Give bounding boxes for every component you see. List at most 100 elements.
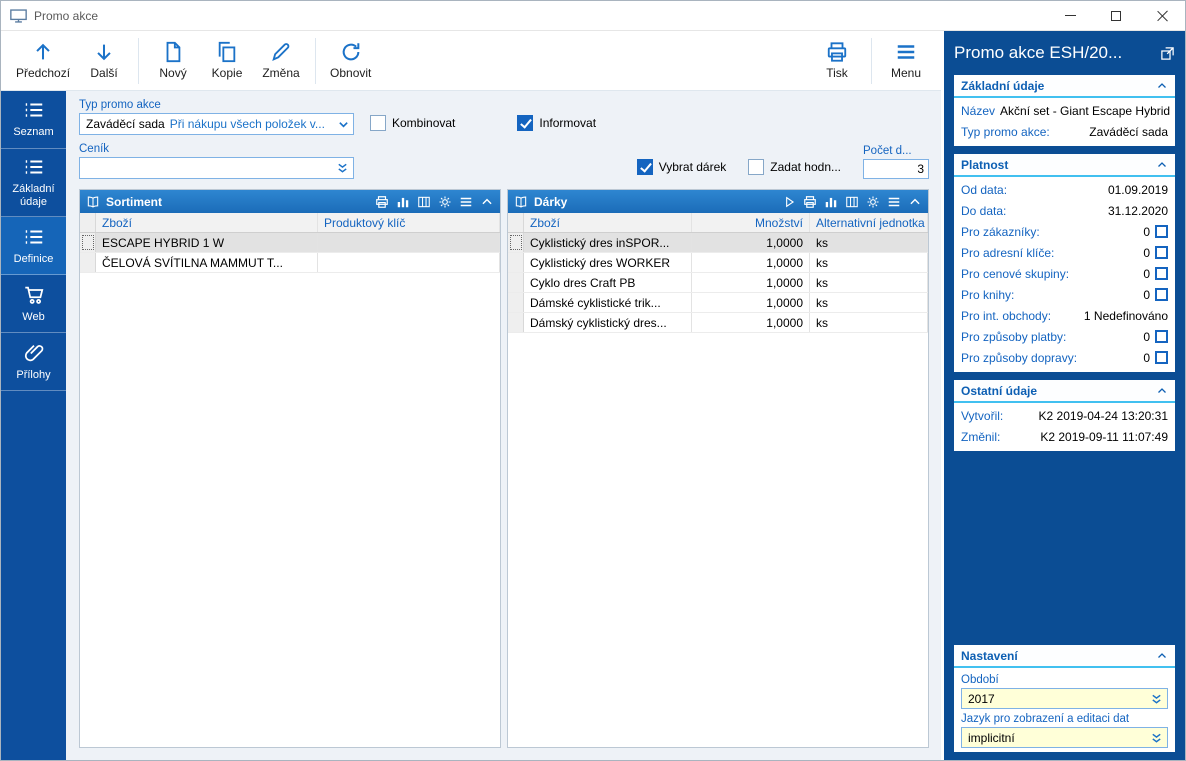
jazyk-combo[interactable]: implicitní bbox=[961, 727, 1168, 748]
previous-button[interactable]: Předchozí bbox=[9, 34, 77, 88]
copy-button[interactable]: Kopie bbox=[200, 34, 254, 88]
sidebar-item-definice[interactable]: Definice bbox=[1, 217, 66, 275]
collapse-chevron-icon[interactable] bbox=[480, 195, 494, 209]
informovat-checkbox[interactable]: Informovat bbox=[517, 115, 596, 131]
gear-icon[interactable] bbox=[438, 195, 452, 209]
column-header[interactable]: Zboží bbox=[96, 213, 318, 232]
section-ostatni-udaje: Ostatní údaje Vytvořil: K2 2019-04-24 13… bbox=[954, 380, 1175, 451]
print-icon[interactable] bbox=[803, 195, 817, 209]
pro-zpusoby-platby-checkbox[interactable] bbox=[1155, 330, 1168, 343]
sidebar-item-prilohy[interactable]: Přílohy bbox=[1, 333, 66, 391]
menu-button[interactable]: Menu bbox=[879, 34, 933, 88]
section-header[interactable]: Platnost bbox=[954, 154, 1175, 177]
chart-icon[interactable] bbox=[824, 195, 838, 209]
zadat-hodnotu-checkbox[interactable]: Zadat hodn... bbox=[748, 159, 841, 175]
detail-row: Pro knihy: 0 bbox=[961, 284, 1168, 305]
pro-zakazniky-checkbox[interactable] bbox=[1155, 225, 1168, 238]
cenik-combo[interactable] bbox=[79, 157, 354, 179]
table-row[interactable]: Cyklistický dres WORKER 1,0000 ks bbox=[508, 253, 928, 273]
table-row[interactable]: Cyklistický dres inSPOR... 1,0000 ks bbox=[508, 233, 928, 253]
pocet-input[interactable] bbox=[863, 159, 929, 179]
book-icon bbox=[514, 195, 528, 209]
refresh-icon bbox=[340, 41, 362, 63]
table-row[interactable]: Cyklo dres Craft PB 1,0000 ks bbox=[508, 273, 928, 293]
table-row[interactable]: ČELOVÁ SVÍTILNA MAMMUT T... bbox=[80, 253, 500, 273]
table-row[interactable]: Dámský cyklistický dres... 1,0000 ks bbox=[508, 313, 928, 333]
pro-cenove-skupiny-checkbox[interactable] bbox=[1155, 267, 1168, 280]
detail-title: Promo akce ESH/20... bbox=[954, 43, 1122, 63]
row-indicator-header bbox=[80, 213, 96, 232]
section-header[interactable]: Základní údaje bbox=[954, 75, 1175, 98]
maximize-button[interactable] bbox=[1093, 1, 1139, 30]
new-button[interactable]: Nový bbox=[146, 34, 200, 88]
column-header[interactable]: Alternativní jednotka bbox=[810, 213, 928, 232]
close-button[interactable] bbox=[1139, 1, 1185, 30]
hamburger-icon[interactable] bbox=[887, 195, 901, 209]
darky-panel: Dárky bbox=[507, 189, 929, 748]
hamburger-icon[interactable] bbox=[459, 195, 473, 209]
darky-panel-header: Dárky bbox=[508, 190, 928, 213]
table-row[interactable]: Dámské cyklistické trik... 1,0000 ks bbox=[508, 293, 928, 313]
double-chevron-icon bbox=[1150, 732, 1163, 744]
play-icon[interactable] bbox=[782, 195, 796, 209]
vybrat-darek-checkbox[interactable]: Vybrat dárek bbox=[637, 159, 727, 175]
open-in-window-icon[interactable] bbox=[1160, 46, 1175, 61]
pro-adresni-klice-checkbox[interactable] bbox=[1155, 246, 1168, 259]
darky-header-row: Zboží Množství Alternativní jednotka bbox=[508, 213, 928, 233]
pocet-field: Počet d... bbox=[863, 145, 929, 179]
detail-panel-spacer bbox=[954, 451, 1175, 645]
arrow-down-icon bbox=[93, 41, 115, 63]
table-row[interactable]: ESCAPE HYBRID 1 W bbox=[80, 233, 500, 253]
pro-zpusoby-dopravy-checkbox[interactable] bbox=[1155, 351, 1168, 364]
chevron-up-icon[interactable] bbox=[1156, 385, 1168, 397]
sidebar-item-seznam[interactable]: Seznam bbox=[1, 91, 66, 149]
obdobi-combo[interactable]: 2017 bbox=[961, 688, 1168, 709]
chevron-up-icon[interactable] bbox=[1156, 650, 1168, 662]
promo-type-combo[interactable]: Zaváděcí sada Při nákupu všech položek v… bbox=[79, 113, 354, 135]
row-indicator bbox=[508, 293, 524, 312]
next-button[interactable]: Další bbox=[77, 34, 131, 88]
detail-row: Pro způsoby platby: 0 bbox=[961, 326, 1168, 347]
double-chevron-icon bbox=[1150, 693, 1163, 705]
checkbox-box bbox=[517, 115, 533, 131]
cenik-label: Ceník bbox=[79, 143, 354, 155]
section-header[interactable]: Nastavení bbox=[954, 645, 1175, 668]
chevron-up-icon[interactable] bbox=[1156, 159, 1168, 171]
chevron-up-icon[interactable] bbox=[1156, 80, 1168, 92]
cenik-field: Ceník bbox=[79, 143, 354, 179]
sortiment-title: Sortiment bbox=[106, 195, 162, 209]
edit-button[interactable]: Změna bbox=[254, 34, 308, 88]
app-icon bbox=[10, 9, 27, 23]
jazyk-label: Jazyk pro zobrazení a editaci dat bbox=[961, 713, 1168, 725]
column-header[interactable]: Produktový klíč bbox=[318, 213, 500, 232]
column-header[interactable]: Zboží bbox=[524, 213, 692, 232]
row-indicator bbox=[80, 233, 96, 252]
chart-icon[interactable] bbox=[396, 195, 410, 209]
detail-row: Pro adresní klíče: 0 bbox=[961, 242, 1168, 263]
minimize-icon bbox=[1065, 15, 1076, 16]
pro-knihy-checkbox[interactable] bbox=[1155, 288, 1168, 301]
row-indicator bbox=[508, 233, 524, 252]
window-controls bbox=[1047, 1, 1185, 30]
print-icon[interactable] bbox=[375, 195, 389, 209]
promo-type-field: Typ promo akce Zaváděcí sada Při nákupu … bbox=[79, 99, 354, 135]
columns-icon[interactable] bbox=[417, 195, 431, 209]
detail-panel: Promo akce ESH/20... Základní údaje Náze… bbox=[941, 31, 1185, 760]
collapse-chevron-icon[interactable] bbox=[908, 195, 922, 209]
detail-title-bar: Promo akce ESH/20... bbox=[954, 31, 1175, 75]
refresh-button[interactable]: Obnovit bbox=[323, 34, 378, 88]
new-document-icon bbox=[162, 41, 184, 63]
gear-icon[interactable] bbox=[866, 195, 880, 209]
column-header[interactable]: Množství bbox=[692, 213, 810, 232]
detail-row: Typ promo akce: Zaváděcí sada bbox=[961, 121, 1168, 142]
toolbar-separator bbox=[315, 38, 316, 84]
section-header[interactable]: Ostatní údaje bbox=[954, 380, 1175, 403]
sidebar-item-web[interactable]: Web bbox=[1, 275, 66, 333]
columns-icon[interactable] bbox=[845, 195, 859, 209]
kombinovat-checkbox[interactable]: Kombinovat bbox=[370, 115, 455, 131]
maximize-icon bbox=[1111, 11, 1121, 21]
sidebar-item-zakladni-udaje[interactable]: Základní údaje bbox=[1, 149, 66, 217]
minimize-button[interactable] bbox=[1047, 1, 1093, 30]
print-button[interactable]: Tisk bbox=[810, 34, 864, 88]
paperclip-icon bbox=[23, 342, 45, 364]
